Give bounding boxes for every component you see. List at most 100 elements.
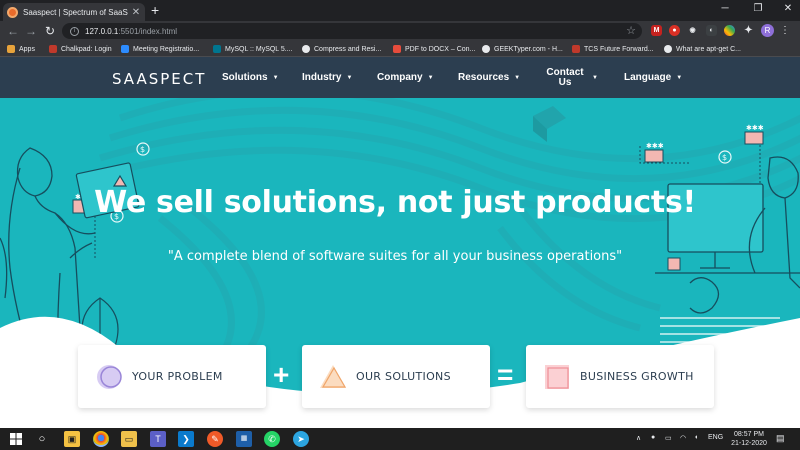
minimize-icon[interactable]: ─: [718, 3, 732, 14]
windows-start-icon[interactable]: [8, 431, 24, 447]
forward-arrow-icon[interactable]: →: [24, 23, 38, 39]
circle-icon: [97, 364, 122, 389]
tray-chevron-up-icon[interactable]: ∧: [636, 434, 641, 442]
bookmark-item[interactable]: Apps: [7, 43, 35, 55]
telegram-icon[interactable]: ➤: [293, 431, 309, 447]
nav-company[interactable]: Company ▼: [377, 57, 434, 98]
card-your-problem[interactable]: YOUR PROBLEM: [78, 345, 266, 408]
teams-icon[interactable]: T: [150, 431, 166, 447]
extension-gmail-icon[interactable]: M: [651, 25, 662, 36]
whatsapp-icon[interactable]: ✆: [264, 431, 280, 447]
notification-icon[interactable]: ▤: [776, 433, 785, 444]
browser-tab-strip: Saaspect | Spectrum of SaaS ✕ + ─ ❐ ✕: [0, 0, 800, 21]
url-path: :5501/index.html: [118, 26, 178, 36]
vscode-icon[interactable]: ❯: [178, 431, 194, 447]
bookmark-item[interactable]: What are apt-get C...: [664, 43, 741, 55]
card-label: YOUR PROBLEM: [132, 370, 223, 383]
bookmark-item[interactable]: Chalkpad: Login: [49, 43, 112, 55]
tray-wifi-icon[interactable]: ◠: [680, 434, 686, 442]
nav-industry[interactable]: Industry ▼: [302, 57, 352, 98]
maximize-icon[interactable]: ❐: [751, 3, 765, 14]
nav-label: Language: [624, 72, 672, 83]
caret-down-icon: ▼: [427, 74, 434, 81]
bookmark-label: What are apt-get C...: [676, 45, 741, 53]
caret-down-icon: ▼: [514, 74, 521, 81]
search-circle-icon[interactable]: ○: [34, 431, 50, 447]
app-icon[interactable]: ▦: [236, 431, 252, 447]
extension-red-icon[interactable]: ●: [669, 25, 680, 36]
svg-text:$: $: [140, 145, 145, 154]
card-business-growth[interactable]: BUSINESS GROWTH: [526, 345, 714, 408]
clock-date: 21-12-2020: [731, 440, 767, 447]
equals-operator: =: [497, 359, 514, 390]
chrome-icon[interactable]: [93, 431, 109, 447]
address-bar[interactable]: i 127.0.0.1:5501/index.html ☆: [62, 23, 642, 39]
extensions-puzzle-icon[interactable]: ✦: [743, 25, 754, 36]
language-indicator[interactable]: ENG: [708, 434, 723, 441]
caret-down-icon: ▼: [346, 74, 353, 81]
extension-dark-icon[interactable]: ◐: [706, 25, 717, 36]
chalkpad-icon: [49, 45, 57, 53]
reload-icon[interactable]: ↻: [43, 23, 57, 39]
windows-taskbar: ○ ▣ ▭ T ❯ ✎ ▦ ✆ ➤ ∧ ● ▭ ◠ ◖ ENG 08:57 PM…: [0, 428, 800, 450]
nav-resources[interactable]: Resources ▼: [458, 57, 520, 98]
extension-eye-icon[interactable]: ◉: [687, 25, 698, 36]
nav-language[interactable]: Language ▼: [624, 57, 682, 98]
bookmark-star-icon[interactable]: ☆: [626, 24, 636, 37]
nav-solutions[interactable]: Solutions ▼: [222, 57, 279, 98]
bookmark-label: Apps: [19, 45, 35, 53]
file-explorer-icon[interactable]: ▭: [121, 431, 137, 447]
site-navbar: SAASPECT Solutions ▼ Industry ▼ Company ▼ R…: [0, 57, 800, 98]
profile-avatar[interactable]: R: [761, 24, 774, 37]
caret-down-icon: ▼: [272, 74, 279, 81]
url-host: 127.0.0.1: [85, 26, 119, 36]
close-window-icon[interactable]: ✕: [781, 3, 795, 14]
nav-label: Contact Us: [546, 66, 584, 88]
card-icon-right: ✱✱✱ ✱✱✱: [644, 124, 764, 163]
extension-colorful-icon[interactable]: [724, 25, 735, 36]
bookmark-label: Meeting Registratio...: [133, 45, 200, 53]
card-label: BUSINESS GROWTH: [580, 370, 694, 383]
back-arrow-icon[interactable]: ←: [6, 23, 20, 39]
postman-icon[interactable]: ✎: [207, 431, 223, 447]
browser-tab[interactable]: Saaspect | Spectrum of SaaS ✕: [3, 3, 145, 21]
store-bag-icon[interactable]: ▣: [64, 431, 80, 447]
bookmarks-bar: Apps Chalkpad: Login Meeting Registratio…: [0, 41, 800, 57]
card-label: OUR SOLUTIONS: [356, 370, 451, 383]
bookmark-item[interactable]: MySQL :: MySQL 5....: [213, 43, 293, 55]
new-tab-button[interactable]: +: [151, 2, 159, 18]
bookmark-item[interactable]: Meeting Registratio...: [121, 43, 199, 55]
nav-label: Resources: [458, 72, 510, 83]
bookmark-label: GEEKTyper.com - H...: [494, 45, 563, 53]
zoom-icon: [121, 45, 129, 53]
caret-down-icon: ▼: [676, 74, 683, 81]
nav-label: Industry: [302, 72, 342, 83]
bookmark-item[interactable]: TCS Future Forward...: [572, 43, 654, 55]
pdf-icon: [393, 45, 401, 53]
browser-menu-icon[interactable]: ⋮: [780, 24, 790, 37]
taskbar-clock[interactable]: 08:57 PM 21-12-2020: [730, 430, 768, 448]
site-info-icon[interactable]: i: [70, 26, 79, 36]
triangle-icon: [320, 364, 347, 388]
bookmark-item[interactable]: GEEKTyper.com - H...: [482, 43, 563, 55]
globe-icon: [302, 45, 310, 53]
tcs-icon: [572, 45, 580, 53]
close-tab-icon[interactable]: ✕: [131, 7, 141, 18]
mysql-dolphin-icon: [213, 45, 221, 53]
tray-battery-icon[interactable]: ▭: [665, 434, 672, 442]
bookmark-label: MySQL :: MySQL 5....: [225, 45, 293, 53]
globe-icon: [664, 45, 672, 53]
card-our-solutions[interactable]: OUR SOLUTIONS: [302, 345, 490, 408]
square-icon: [545, 364, 569, 389]
bookmark-item[interactable]: PDF to DOCX – Con...: [393, 43, 475, 55]
hero-section: $$$ ✱✱✱ ✱✱✱ ✱✱✱: [0, 98, 800, 428]
bookmark-item[interactable]: Compress and Resi...: [302, 43, 381, 55]
browser-toolbar: ← → ↻ i 127.0.0.1:5501/index.html ☆ M ● …: [0, 21, 800, 41]
caret-down-icon: ▼: [592, 74, 598, 81]
bookmark-label: TCS Future Forward...: [584, 45, 654, 53]
saaspect-logo[interactable]: SAASPECT: [112, 70, 206, 88]
tray-microphone-icon[interactable]: ●: [651, 434, 655, 441]
clock-time: 08:57 PM: [734, 431, 764, 438]
nav-contact-us[interactable]: Contact Us ▼: [543, 57, 598, 98]
tray-volume-icon[interactable]: ◖: [694, 434, 698, 441]
